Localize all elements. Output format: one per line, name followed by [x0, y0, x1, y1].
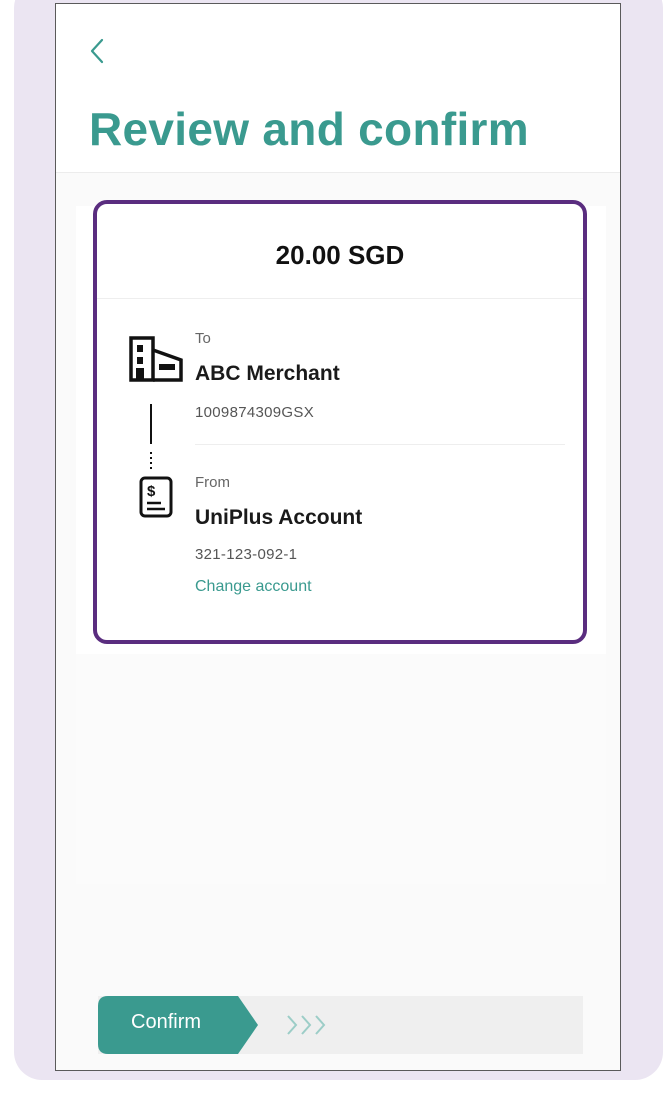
chevron-left-icon: [90, 38, 104, 64]
page-title: Review and confirm: [89, 103, 529, 155]
change-account-link[interactable]: Change account: [195, 578, 312, 596]
payer-account-number: 321-123-092-1: [195, 546, 298, 563]
account-receipt-icon: $: [139, 476, 173, 518]
app-screen: Review and confirm 20.00 SGD $ To ABC Me…: [55, 3, 621, 1071]
confirm-slider[interactable]: Confirm: [98, 996, 583, 1054]
back-button[interactable]: [82, 34, 112, 68]
payee-number: 1009874309GSX: [195, 404, 314, 421]
to-label: To: [195, 330, 211, 347]
from-label: From: [195, 474, 230, 491]
payment-summary-card: 20.00 SGD $ To ABC Merchant 1009874309GS…: [93, 200, 587, 644]
payer-account-name: UniPlus Account: [195, 506, 363, 529]
divider: [195, 444, 565, 445]
page-header: Review and confirm: [56, 4, 620, 173]
payee-name: ABC Merchant: [195, 362, 340, 385]
payment-amount: 20.00 SGD: [275, 240, 405, 270]
connector-line: [150, 404, 152, 470]
lower-panel: [76, 654, 606, 884]
divider: [97, 298, 583, 299]
svg-text:$: $: [147, 483, 156, 500]
building-icon: [129, 336, 183, 382]
confirm-button-label: Confirm: [131, 1011, 202, 1033]
